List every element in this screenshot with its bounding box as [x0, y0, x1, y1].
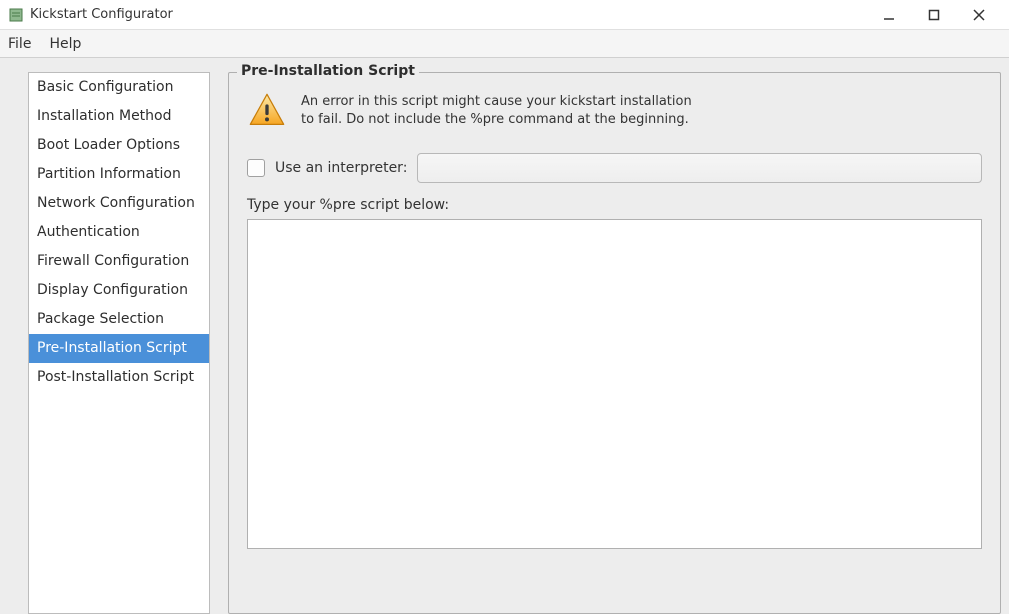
sidebar-item[interactable]: Post-Installation Script: [29, 363, 209, 392]
titlebar: Kickstart Configurator: [0, 0, 1009, 30]
warning-icon: [247, 91, 287, 135]
sidebar-item[interactable]: Partition Information: [29, 160, 209, 189]
sidebar-item[interactable]: Display Configuration: [29, 276, 209, 305]
minimize-button[interactable]: [866, 1, 911, 29]
interpreter-input[interactable]: [417, 153, 982, 183]
sidebar: Basic ConfigurationInstallation MethodBo…: [28, 72, 210, 614]
content-area: Basic ConfigurationInstallation MethodBo…: [0, 58, 1009, 614]
main-panel: Pre-Installation Script: [228, 72, 1001, 614]
menu-help[interactable]: Help: [49, 36, 81, 52]
warning-text: An error in this script might cause your…: [301, 91, 692, 129]
window-title: Kickstart Configurator: [30, 7, 866, 22]
close-button[interactable]: [956, 1, 1001, 29]
app-icon: [8, 7, 24, 23]
interpreter-label: Use an interpreter:: [275, 160, 407, 176]
panel-fieldset: Pre-Installation Script: [228, 72, 1001, 614]
sidebar-item[interactable]: Boot Loader Options: [29, 131, 209, 160]
sidebar-item[interactable]: Authentication: [29, 218, 209, 247]
sidebar-item[interactable]: Package Selection: [29, 305, 209, 334]
warning-line-2: to fail. Do not include the %pre command…: [301, 111, 692, 129]
window-controls: [866, 1, 1001, 29]
sidebar-item[interactable]: Installation Method: [29, 102, 209, 131]
sidebar-item[interactable]: Basic Configuration: [29, 73, 209, 102]
sidebar-item[interactable]: Network Configuration: [29, 189, 209, 218]
menu-file[interactable]: File: [8, 36, 31, 52]
panel-title: Pre-Installation Script: [237, 63, 419, 79]
interpreter-row: Use an interpreter:: [247, 153, 982, 183]
sidebar-item[interactable]: Firewall Configuration: [29, 247, 209, 276]
script-label: Type your %pre script below:: [247, 197, 982, 213]
warning-line-1: An error in this script might cause your…: [301, 93, 692, 111]
interpreter-checkbox[interactable]: [247, 159, 265, 177]
menubar: File Help: [0, 30, 1009, 58]
warning-row: An error in this script might cause your…: [247, 91, 982, 135]
maximize-button[interactable]: [911, 1, 956, 29]
script-textarea[interactable]: [247, 219, 982, 549]
sidebar-item[interactable]: Pre-Installation Script: [29, 334, 209, 363]
